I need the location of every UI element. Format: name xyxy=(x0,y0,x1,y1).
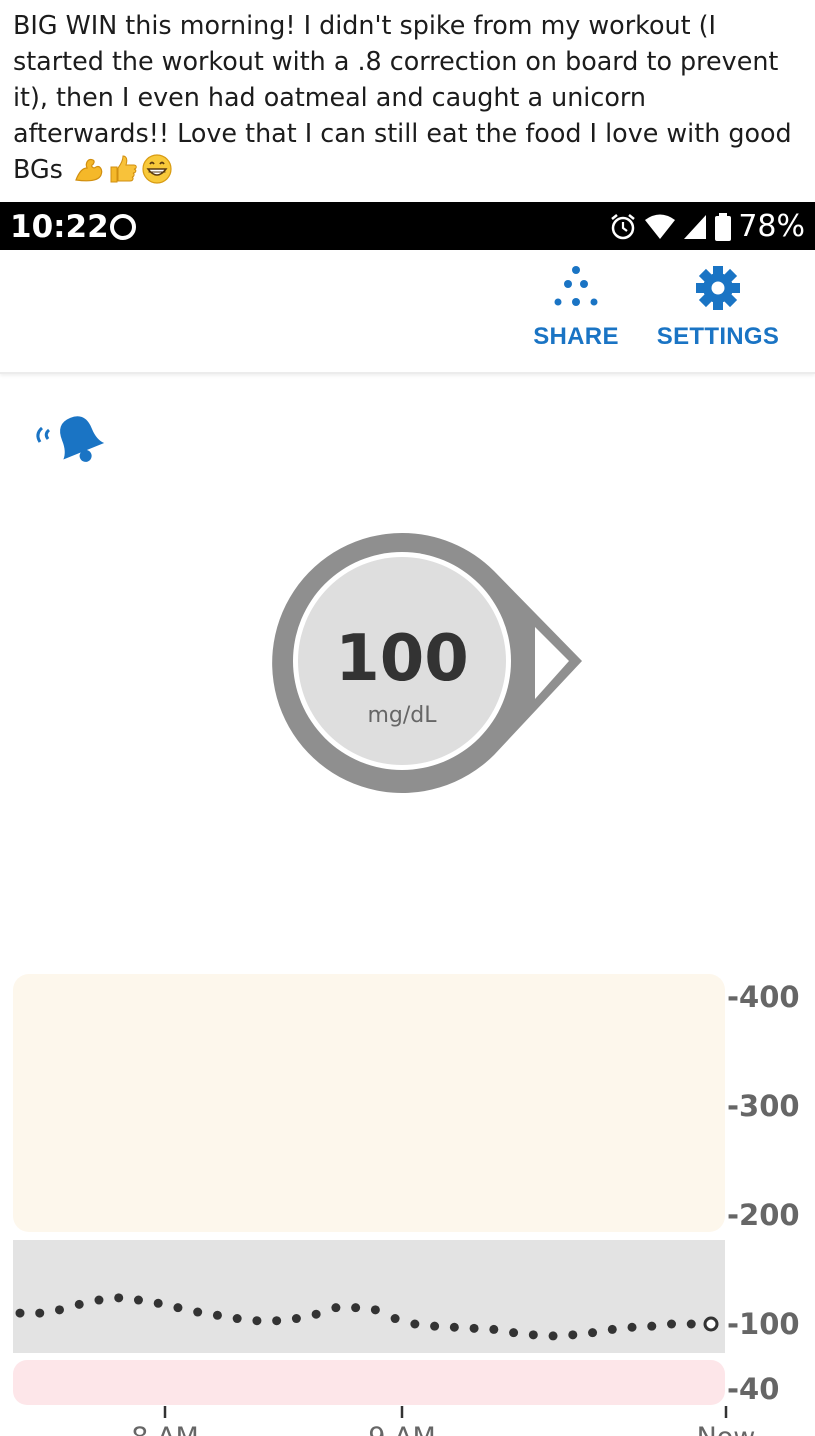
glucose-point xyxy=(54,1305,64,1315)
glucose-point xyxy=(252,1316,262,1326)
glucose-point xyxy=(449,1322,459,1332)
glucose-point xyxy=(667,1319,677,1329)
status-time: 10:22 xyxy=(10,209,109,245)
glucose-point xyxy=(686,1319,696,1329)
glucose-point xyxy=(430,1321,440,1331)
grinning-face-emoji xyxy=(142,154,172,184)
y-tick-label: -400 xyxy=(727,980,800,1014)
glucose-value: 100 xyxy=(335,622,469,696)
share-label: SHARE xyxy=(533,323,619,350)
glucose-point xyxy=(133,1295,143,1305)
gear-icon xyxy=(696,266,740,310)
glucose-point xyxy=(35,1308,45,1318)
y-tick-label: -40 xyxy=(727,1372,779,1406)
glucose-point xyxy=(153,1298,163,1308)
x-tick-label: 9 AM xyxy=(368,1422,436,1436)
glucose-point xyxy=(74,1299,84,1309)
glucose-point xyxy=(212,1310,222,1320)
glucose-point xyxy=(627,1322,637,1332)
glucose-point xyxy=(15,1308,25,1318)
notification-ring-icon xyxy=(110,214,136,240)
share-button[interactable]: SHARE xyxy=(530,264,622,351)
y-tick-label: -100 xyxy=(727,1307,800,1341)
flexed-biceps-emoji xyxy=(75,158,103,182)
low-range-zone xyxy=(13,1360,725,1405)
glucose-point xyxy=(647,1321,657,1331)
glucose-point xyxy=(291,1314,301,1324)
y-tick-label: -300 xyxy=(727,1089,800,1123)
glucose-point xyxy=(469,1323,479,1333)
battery-percent: 78% xyxy=(738,209,805,244)
glucose-point xyxy=(272,1316,282,1326)
glucose-point xyxy=(311,1309,321,1319)
post-line: started the workout with a .8 correction… xyxy=(13,46,779,76)
glucose-point xyxy=(588,1328,598,1338)
status-icons: 78% xyxy=(608,209,805,244)
x-tick-label: 8 AM xyxy=(131,1422,199,1436)
glucose-point xyxy=(489,1324,499,1334)
glucose-point xyxy=(509,1328,519,1338)
x-tick-label: Now xyxy=(697,1422,756,1436)
glucose-point xyxy=(173,1303,183,1313)
post-line: BIG WIN this morning! I didn't spike fro… xyxy=(13,10,716,40)
glucose-point xyxy=(548,1331,558,1341)
y-tick-label: -200 xyxy=(727,1198,800,1232)
glucose-point xyxy=(351,1303,361,1313)
thumbs-up-emoji xyxy=(110,155,137,183)
post-line: it), then I even had oatmeal and caught … xyxy=(13,82,646,112)
status-bar: 10:22 78% xyxy=(0,202,815,250)
glucose-point xyxy=(193,1307,203,1317)
alarm-icon xyxy=(611,213,636,239)
glucose-point xyxy=(331,1303,341,1313)
glucose-point xyxy=(114,1293,124,1303)
post-line-end: BGs xyxy=(13,154,63,184)
post-line: afterwards!! Love that I can still eat t… xyxy=(13,118,792,148)
glucose-point xyxy=(390,1314,400,1324)
app-header: SHARE SETTINGS xyxy=(0,250,815,374)
glucose-trend-chart: -400 -300 -200 -100 -40 8 AM 9 AM Now xyxy=(13,974,800,1436)
high-range-zone xyxy=(13,974,725,1232)
cellular-signal-icon xyxy=(684,214,707,239)
settings-button[interactable]: SETTINGS xyxy=(652,264,784,351)
post-text: BIG WIN this morning! I didn't spike fro… xyxy=(13,7,805,187)
glucose-point xyxy=(528,1330,538,1340)
battery-icon xyxy=(715,212,732,241)
share-icon xyxy=(554,266,598,306)
glucose-point xyxy=(94,1295,104,1305)
alert-bell-icon[interactable] xyxy=(30,408,120,472)
glucose-point xyxy=(232,1314,242,1324)
settings-label: SETTINGS xyxy=(656,323,780,350)
glucose-point xyxy=(607,1324,617,1334)
wifi-icon xyxy=(645,214,676,239)
glucose-point xyxy=(370,1305,380,1315)
glucose-unit: mg/dL xyxy=(367,703,437,728)
glucose-point xyxy=(568,1330,578,1340)
current-reading-point xyxy=(703,1316,719,1332)
glucose-point xyxy=(410,1319,420,1329)
post-line: BGs xyxy=(13,151,805,187)
